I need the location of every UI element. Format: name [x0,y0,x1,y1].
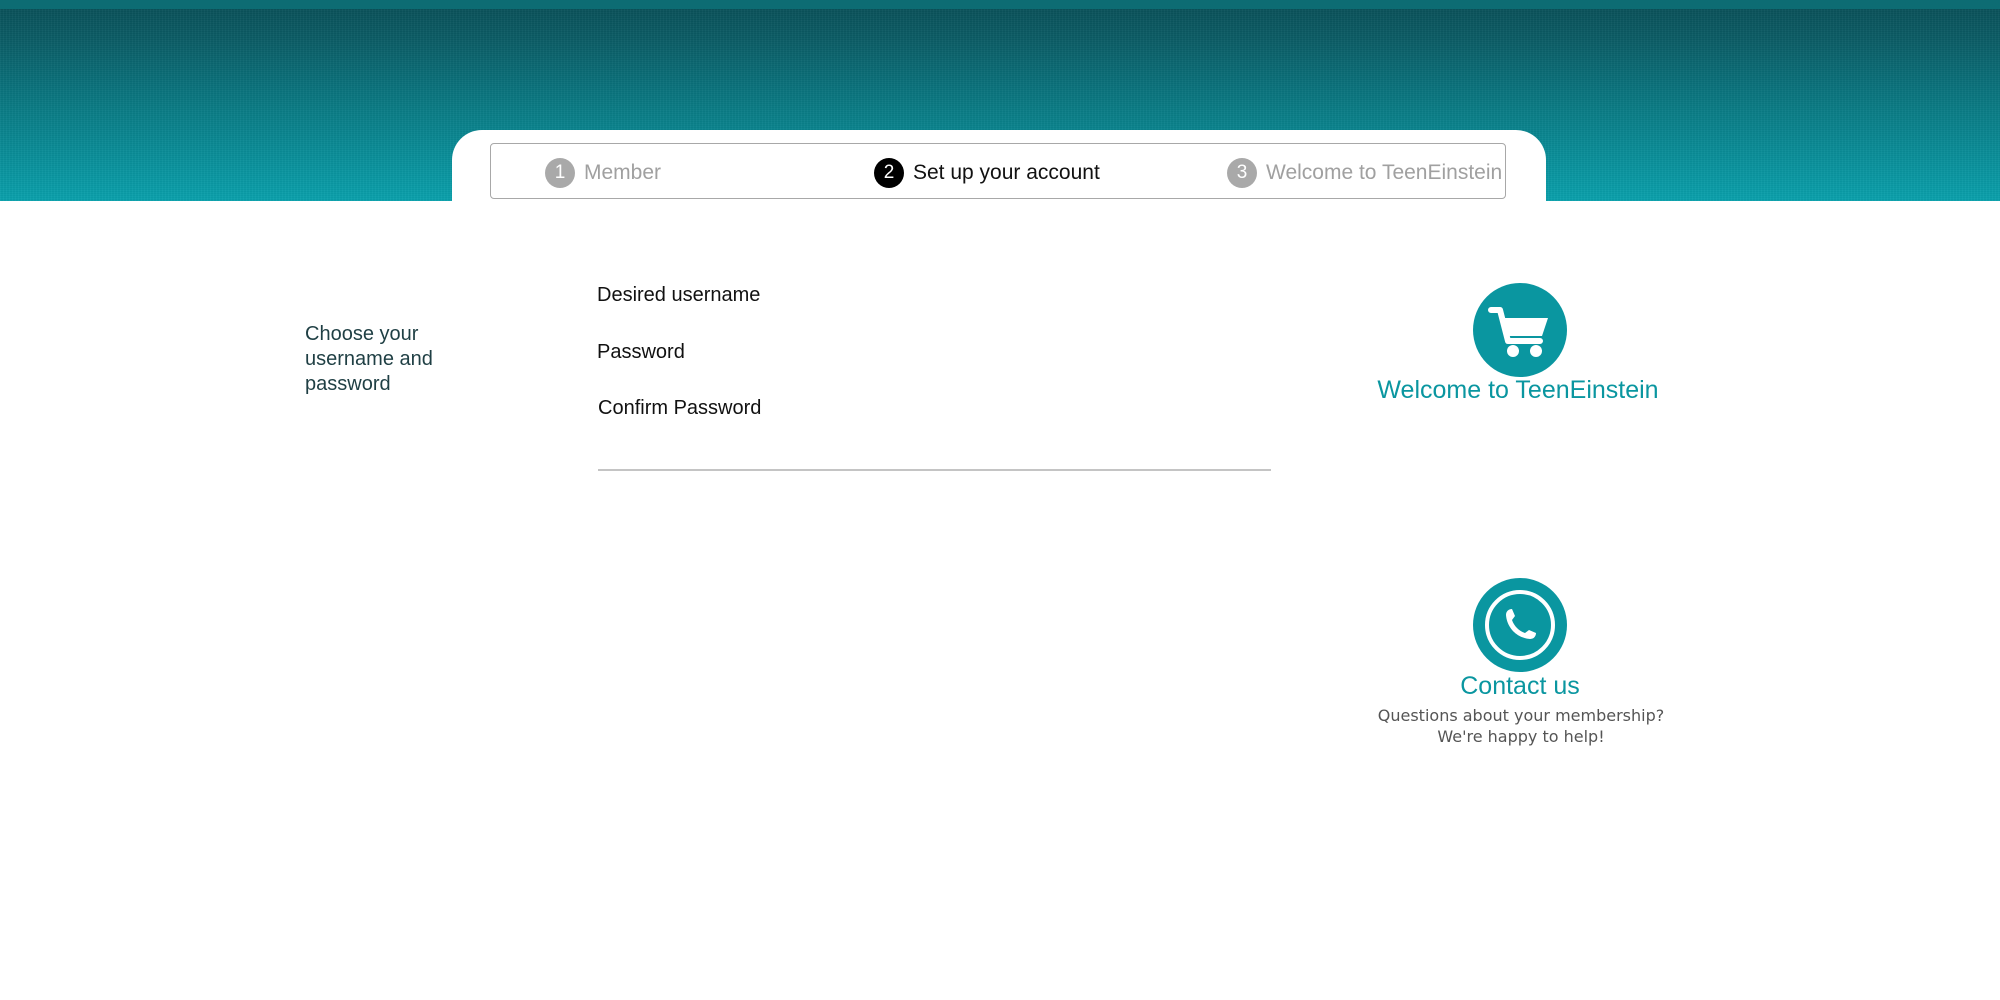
contact-line-2: We're happy to help! [1437,727,1605,746]
phone-icon [1473,578,1567,672]
step-label: Set up your account [913,161,1100,184]
contact-line-1: Questions about your membership? [1377,706,1665,725]
welcome-title: Welcome to TeenEinstein [1377,376,1659,404]
step-welcome: 3 Welcome to TeenEinstein [1227,158,1502,188]
contact-title: Contact us [1460,672,1580,700]
contact-description: Questions about your membership? We're h… [1340,705,1702,747]
step-label: Welcome to TeenEinstein [1266,161,1503,184]
confirm-password-label: Confirm Password [598,397,762,419]
step-number: 2 [874,158,904,188]
username-label: Desired username [597,284,761,306]
step-setup-account: 2 Set up your account [874,158,1100,188]
shopping-cart-icon [1473,283,1567,377]
progress-steps: 1 Member 2 Set up your account 3 Welcome… [490,143,1506,199]
step-number: 3 [1227,158,1257,188]
step-label: Member [584,161,662,184]
form-intro: Choose your username and password [305,323,433,395]
password-input[interactable] [780,337,1264,371]
signup-page: 1 Member 2 Set up your account 3 Welcome… [0,0,2000,1000]
form-divider [598,469,1271,471]
step-number: 1 [545,158,575,188]
username-input[interactable] [780,280,1264,314]
password-label: Password [597,341,685,363]
confirm-password-input[interactable] [780,393,1264,427]
step-member: 1 Member [545,158,661,188]
